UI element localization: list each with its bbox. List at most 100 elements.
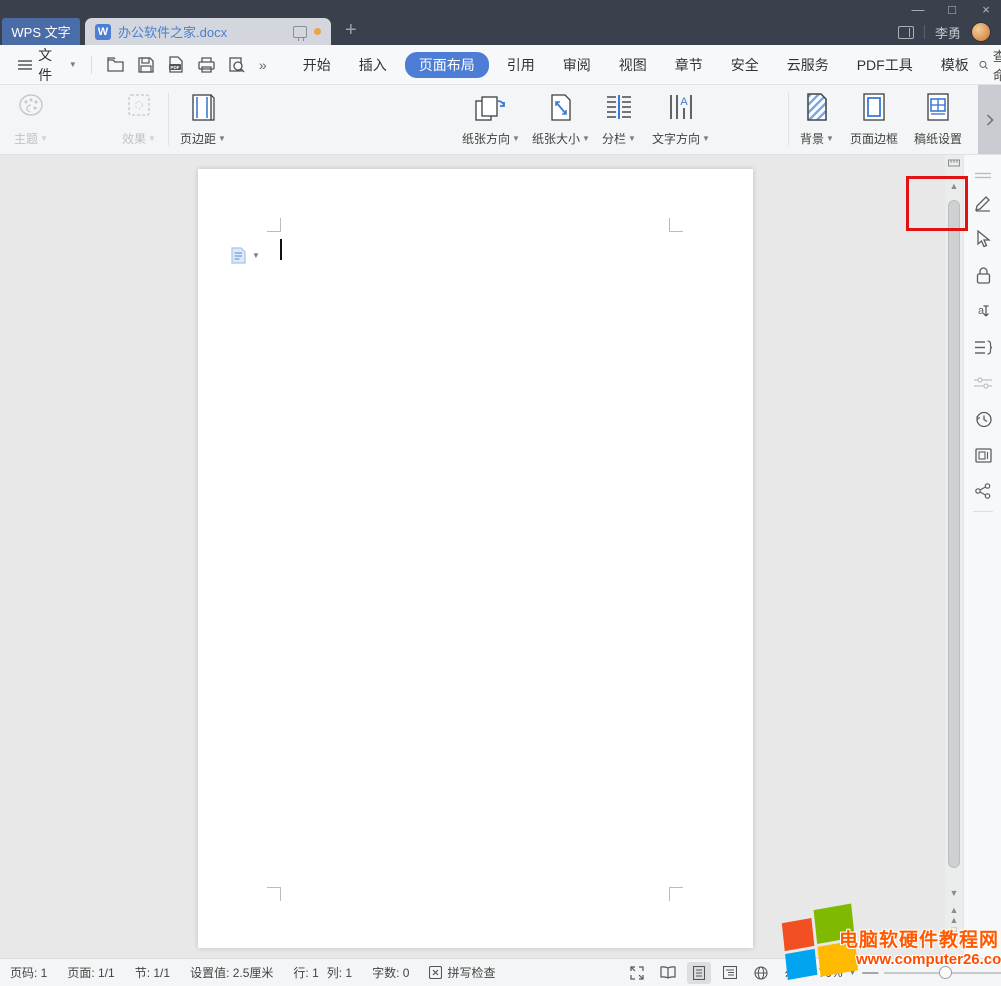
export-pdf-button[interactable]: PDF [166,54,186,76]
zoom-out-button[interactable]: — [862,966,878,980]
document-page[interactable]: ▼ [198,169,753,948]
sidebar-toggle-icon[interactable] [898,26,914,39]
margin-mark-top-right [669,218,683,232]
adjust-sliders-icon[interactable] [971,371,995,395]
zoom-slider-knob[interactable] [939,966,952,979]
panel-drag-handle[interactable] [971,163,995,187]
new-tab-button[interactable]: + [345,20,357,40]
tab-page-layout[interactable]: 页面布局 [405,52,489,78]
text-direction-icon: A [667,93,695,121]
page-background-icon [804,93,830,121]
theme-effects-label: 效果 [122,130,146,147]
status-section[interactable]: 节: 1/1 [125,964,180,981]
hamburger-icon [18,59,32,71]
view-mode-buttons [625,962,804,984]
theme-effects-button[interactable]: 效果▼ [118,91,160,149]
svg-text:PDF: PDF [171,65,180,70]
tab-security[interactable]: 安全 [721,52,769,78]
select-browse-object-button[interactable]: □ [945,925,963,934]
theme-button[interactable]: 主题▼ [10,91,52,149]
margin-mark-bottom-left [267,887,281,901]
minimize-button[interactable]: — [909,2,927,17]
text-direction-button[interactable]: A 文字方向▼ [648,91,714,149]
spell-check-button[interactable]: 拼写检查 [419,964,505,981]
page-background-button[interactable]: 背景▼ [796,91,838,149]
tab-section[interactable]: 章节 [665,52,713,78]
status-page-count[interactable]: 页面: 1/1 [57,964,124,981]
effects-icon [127,93,151,117]
unsaved-changes-dot-icon [314,28,321,35]
paper-orientation-icon [474,93,508,123]
user-avatar[interactable] [971,22,991,42]
fullscreen-view-button[interactable] [625,962,649,984]
tab-templates[interactable]: 模板 [931,52,979,78]
tab-references[interactable]: 引用 [497,52,545,78]
history-clock-icon[interactable] [971,407,995,431]
zoom-slider-track[interactable] [884,972,1001,974]
columns-label: 分栏 [602,130,626,147]
paragraph-options-button[interactable]: ▼ [230,247,260,264]
more-tools-chevron[interactable]: » [257,57,269,73]
document-tab[interactable]: W 办公软件之家.docx [85,18,331,45]
open-file-button[interactable] [106,54,126,76]
status-page-number[interactable]: 页码: 1 [0,964,57,981]
status-setting-value[interactable]: 设置值: 2.5厘米 [180,964,283,981]
paper-orientation-button[interactable]: 纸张方向▼ [458,91,524,149]
ribbon-scroll-right-button[interactable] [978,85,1001,154]
paragraph-layout-icon[interactable] [971,335,995,359]
status-column[interactable]: 列: 1 [323,964,362,981]
svg-text:a: a [978,305,985,317]
user-name[interactable]: 李勇 [935,23,961,42]
page-border-button[interactable]: 页面边框 [846,91,902,149]
ribbon-group-divider [788,93,789,145]
task-pane-icon[interactable] [971,443,995,467]
web-layout-view-button[interactable] [749,962,773,984]
file-menu-button[interactable]: 文件 ▼ [18,45,77,85]
search-icon [979,58,988,72]
columns-button[interactable]: 分栏▼ [598,91,640,149]
scroll-up-arrow[interactable]: ▲ [945,181,963,191]
tab-pdf-tools[interactable]: PDF工具 [847,52,923,78]
print-preview-button[interactable] [227,54,247,76]
share-icon[interactable] [971,479,995,503]
status-word-count[interactable]: 字数: 0 [362,964,419,981]
tab-review[interactable]: 审阅 [553,52,601,78]
print-button[interactable] [196,54,216,76]
document-canvas-area[interactable]: ▼ [0,155,946,958]
select-cursor-icon[interactable] [971,227,995,251]
find-command-button[interactable]: 查找命令 [979,46,1001,84]
wps-app-button[interactable]: WPS 文字 [2,18,80,45]
scrollbar-thumb[interactable] [948,200,960,868]
translate-icon[interactable]: a [971,299,995,323]
manuscript-setup-button[interactable]: 稿纸设置 [910,91,966,149]
scroll-down-arrow[interactable]: ▼ [945,888,963,898]
save-button[interactable] [136,54,156,76]
svg-text:A: A [680,96,688,108]
close-button[interactable]: × [977,2,995,17]
print-layout-view-button[interactable] [687,962,711,984]
edit-pen-icon[interactable] [971,191,995,215]
read-mode-button[interactable] [656,962,680,984]
page-margins-button[interactable]: 页边距▼ [176,91,230,149]
wps-writer-window: WPS 文字 W 办公软件之家.docx + — □ × 李勇 文件 ▼ [0,0,1001,986]
lock-icon[interactable] [971,263,995,287]
ruler-toggle-icon[interactable] [945,158,963,168]
chevron-right-icon [986,114,994,126]
previous-page-button[interactable]: ▲▲ [945,905,963,925]
tab-view[interactable]: 视图 [609,52,657,78]
zoom-level[interactable]: 70% [818,966,842,980]
menu-bar: 文件 ▼ PDF » 开始 插入 页面布局 引用 审阅 视图 章节 安全 云服务… [0,45,1001,85]
maximize-button[interactable]: □ [943,2,961,17]
paper-orientation-label: 纸张方向 [462,130,510,147]
share-to-screen-icon[interactable] [293,26,307,38]
vertical-scrollbar[interactable]: ▲ ▼ ▲▲ □ [945,155,963,958]
tab-cloud-service[interactable]: 云服务 [777,52,839,78]
eye-protection-button[interactable] [780,962,804,984]
tab-home[interactable]: 开始 [293,52,341,78]
menubar-right-tools: 查找命令 [979,46,1001,84]
paper-size-button[interactable]: 纸张大小▼ [528,91,594,149]
tab-insert[interactable]: 插入 [349,52,397,78]
zoom-dropdown-caret[interactable]: ▼ [849,968,857,977]
outline-view-button[interactable] [718,962,742,984]
status-row[interactable]: 行: 1 [283,964,322,981]
